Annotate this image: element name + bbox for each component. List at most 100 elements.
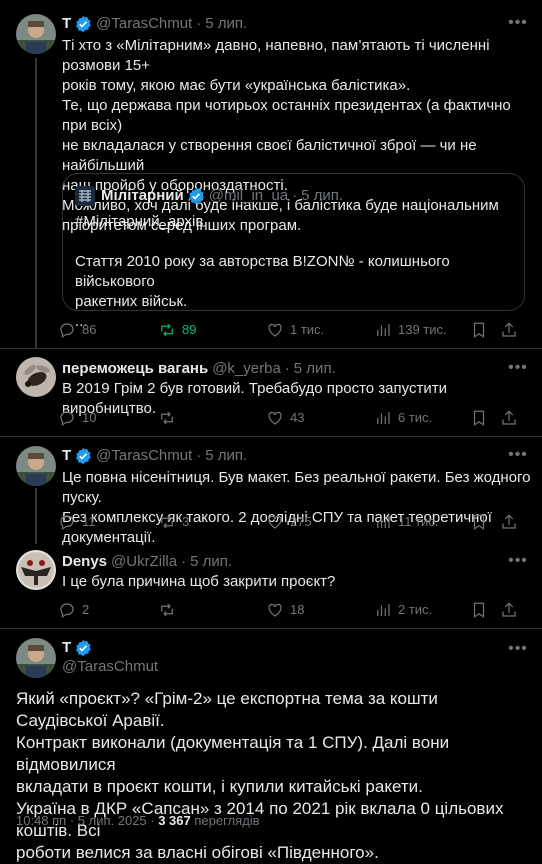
avatar[interactable] <box>16 550 56 590</box>
author-name[interactable]: переможець вагань <box>62 359 208 379</box>
bookmark-button[interactable] <box>470 409 500 427</box>
repost-icon <box>161 411 173 425</box>
share-icon <box>502 322 516 337</box>
like-button[interactable]: 275 <box>266 512 374 532</box>
repost-icon <box>161 323 173 337</box>
author-name[interactable]: T <box>62 14 71 34</box>
repost-button[interactable]: 89 <box>158 320 266 340</box>
views-number: 3 367 <box>158 813 191 828</box>
author-handle[interactable]: @k_yerba <box>212 359 281 379</box>
author-name[interactable]: Denys <box>62 552 107 572</box>
tweet-header: Denys @UkrZilla · 5 лип. <box>62 552 232 572</box>
repost-count: 3 <box>182 514 190 529</box>
bookmark-icon <box>473 602 485 618</box>
share-button[interactable] <box>500 601 524 619</box>
avatar[interactable] <box>16 638 56 678</box>
quoted-author-name: Мілітарний <box>101 187 184 204</box>
reply-button[interactable]: 86 <box>58 320 158 340</box>
views-button[interactable]: 2 тис. <box>374 600 470 620</box>
reply-button[interactable]: 11 <box>58 512 158 532</box>
verified-badge-icon <box>76 447 92 465</box>
thread-line <box>35 58 37 348</box>
author-handle[interactable]: @UkrZilla <box>111 552 177 572</box>
author-handle[interactable]: @TarasChmut <box>96 14 192 34</box>
timestamp[interactable]: 5 лип. <box>205 446 247 466</box>
divider <box>0 348 542 349</box>
avatar[interactable] <box>16 446 56 486</box>
share-icon <box>502 602 516 617</box>
heart-icon <box>268 515 282 529</box>
tweet-text: Який «проєкт»? «Грім-2» це експортна тем… <box>16 689 504 862</box>
repost-icon <box>161 515 173 529</box>
reply-button[interactable]: 2 <box>58 600 158 620</box>
like-button[interactable]: 1 тис. <box>266 320 374 340</box>
bookmark-icon <box>473 514 485 530</box>
reply-count: 11 <box>82 514 96 529</box>
divider <box>0 436 542 437</box>
like-button[interactable]: 18 <box>266 600 374 620</box>
more-icon[interactable]: ••• <box>508 553 528 574</box>
views-icon <box>377 516 390 528</box>
more-icon[interactable]: ••• <box>508 641 528 662</box>
like-count: 18 <box>290 602 305 617</box>
reply-count: 86 <box>82 322 97 337</box>
avatar[interactable] <box>16 357 56 397</box>
more-icon[interactable]: ••• <box>508 360 528 381</box>
tweet-header: T @TarasChmut · 5 лип. <box>62 446 247 466</box>
author-handle[interactable]: @TarasChmut <box>96 446 192 466</box>
timestamp[interactable]: 5 лип. <box>294 359 336 379</box>
share-button[interactable] <box>500 513 524 531</box>
views-button[interactable]: 11 тис. <box>374 512 470 532</box>
views-label: переглядів <box>194 813 260 828</box>
reply-count: 2 <box>82 602 90 617</box>
repost-button[interactable] <box>158 409 266 427</box>
timestamp[interactable]: 5 лип. <box>205 14 247 34</box>
views-button[interactable]: 139 тис. <box>374 320 470 340</box>
repost-button[interactable] <box>158 601 266 619</box>
views-count: 139 тис. <box>398 322 447 337</box>
timestamp[interactable]: 5 лип. <box>190 552 232 572</box>
views-count: 6 тис. <box>398 410 433 425</box>
quoted-tweet[interactable]: Мілітарний @mil_in_ua · 5 лип. #Мілітарн… <box>62 173 525 330</box>
bookmark-button[interactable] <box>470 601 500 619</box>
tweet-header: T @TarasChmut · 5 лип. <box>62 14 247 34</box>
bookmark-button[interactable] <box>470 513 500 531</box>
tweet-header: T <box>62 638 92 658</box>
bookmark-icon <box>473 410 485 426</box>
share-icon <box>502 410 516 425</box>
reply-icon <box>60 411 74 426</box>
bookmark-button[interactable] <box>470 321 500 339</box>
repost-button[interactable]: 3 <box>158 512 266 532</box>
reply-button[interactable]: 10 <box>58 408 158 428</box>
like-count: 1 тис. <box>290 322 325 337</box>
share-icon <box>502 514 516 529</box>
heart-icon <box>268 603 282 617</box>
like-button[interactable]: 43 <box>266 408 374 428</box>
divider <box>0 628 542 629</box>
heart-icon <box>268 323 282 337</box>
author-name[interactable]: T <box>62 638 71 658</box>
views-icon <box>377 324 390 336</box>
verified-badge-icon <box>188 187 204 205</box>
bookmark-icon <box>473 322 485 338</box>
separator: · <box>196 15 202 32</box>
author-name[interactable]: T <box>62 446 71 466</box>
separator: · <box>181 553 187 570</box>
more-icon[interactable]: ••• <box>508 15 528 36</box>
tweet-actions: 2 18 2 тис. <box>58 600 528 620</box>
author-handle[interactable]: @TarasChmut <box>62 657 158 677</box>
quoted-timestamp: 5 лип. <box>301 187 344 204</box>
tweet-meta: 10:48 пп · 5 лип. 2025 · 3 367 перегляді… <box>16 811 260 831</box>
separator: · <box>284 360 290 377</box>
share-button[interactable] <box>500 321 524 339</box>
more-icon[interactable]: ••• <box>508 447 528 468</box>
quoted-avatar <box>75 186 95 206</box>
share-button[interactable] <box>500 409 524 427</box>
views-button[interactable]: 6 тис. <box>374 408 470 428</box>
quoted-tweet-text: #Мілітарний_архів Стаття 2010 року за ав… <box>75 213 450 330</box>
heart-icon <box>268 411 282 425</box>
tweet-timestamp[interactable]: 10:48 пп · 5 лип. 2025 · <box>16 813 155 828</box>
tweet-actions: 86 89 1 тис. 139 тис. <box>58 320 528 340</box>
avatar[interactable] <box>16 14 56 54</box>
views-icon <box>377 412 390 424</box>
